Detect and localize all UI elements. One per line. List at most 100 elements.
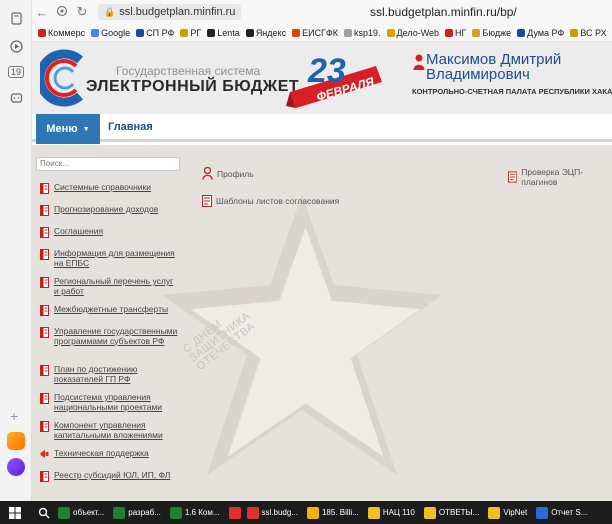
document-icon — [40, 249, 49, 260]
back-icon[interactable]: ← — [32, 5, 52, 20]
sidebar-item-label: Межбюджетные трансферты — [54, 304, 169, 314]
sidebar-item-label: Реестр субсидий ЮЛ, ИП, ФЛ — [54, 470, 171, 480]
taskbar-app-icon — [423, 506, 436, 519]
document-icon — [40, 227, 49, 238]
document-icon — [40, 365, 49, 376]
bookmark-item[interactable]: Яндекс — [245, 28, 286, 38]
bookmark-item[interactable]: Бюдже — [472, 28, 511, 38]
bookmark-label: Google — [101, 27, 131, 38]
bookmark-label: ksp19. — [354, 27, 381, 38]
sidebar-item[interactable]: Соглашения — [36, 226, 184, 249]
assistant-app-icon[interactable] — [7, 458, 25, 476]
sidebar-item[interactable]: Техническая поддержка — [36, 448, 184, 471]
url-text: ssl.budgetplan.minfin.ru — [119, 6, 236, 18]
user-icon[interactable] — [413, 54, 425, 70]
taskbar-app-icon — [488, 506, 501, 519]
profile-card[interactable]: Профиль — [202, 167, 254, 180]
taskbar-item[interactable]: 185. Billi... — [306, 506, 359, 519]
taskbar-item[interactable]: ssl.budg... — [246, 506, 298, 519]
bookmark-favicon-icon — [245, 28, 254, 37]
address-bar: ← ↻ 🔒 ssl.budgetplan.minfin.ru ssl.budge… — [32, 0, 612, 24]
bookmark-item[interactable]: ksp19. — [344, 28, 381, 38]
yandex-protect-icon[interactable] — [52, 5, 72, 20]
bookmark-favicon-icon — [344, 28, 353, 37]
sidebar-item[interactable]: Управление государственными программами … — [36, 326, 184, 365]
budget-logo-icon[interactable] — [40, 48, 84, 108]
bookmark-item[interactable]: НГ — [445, 28, 466, 38]
bookmark-item[interactable]: СП РФ — [136, 28, 174, 38]
taskbar-item[interactable]: Отчет S... — [536, 506, 588, 519]
templates-card[interactable]: Шаблоны листов согласования — [202, 195, 339, 207]
browser-side-panel: 19 + — [0, 0, 32, 501]
sidebar-item[interactable]: План по достижению показателей ГП РФ — [36, 364, 184, 393]
bookmark-label: Lenta — [217, 27, 240, 38]
user-organization: КОНТРОЛЬНО-СЧЕТНАЯ ПАЛАТА РЕСПУБЛИКИ ХАК… — [412, 87, 612, 96]
bookmark-item[interactable]: Google — [91, 28, 130, 38]
bookmark-label: СП РФ — [146, 27, 175, 38]
add-panel-icon[interactable]: + — [10, 408, 18, 424]
bookmark-label: Бюдже — [482, 27, 512, 38]
org-subtitle: Государственная система — [116, 64, 261, 78]
bookmark-label: Коммерс — [48, 27, 86, 38]
holiday-banner: 23 ФЕВРАЛЯ — [286, 52, 382, 108]
portal-header: Государственная система ЭЛЕКТРОННЫЙ БЮДЖ… — [32, 42, 612, 114]
bookmark-favicon-icon — [570, 28, 579, 37]
sidebar-menu: Системные справочники Прогнозирование дох… — [36, 153, 184, 501]
document-icon — [40, 393, 49, 404]
calendar-icon[interactable]: 19 — [6, 62, 26, 82]
bookmark-item[interactable]: ЕИСГФК — [292, 28, 338, 38]
sidebar-item-label: Управление государственными программами … — [54, 326, 178, 346]
search-icon[interactable] — [30, 507, 58, 519]
bookmark-item[interactable]: Коммерс — [38, 28, 85, 38]
sidebar-item[interactable]: Региональный перечень услуг и работ — [36, 276, 184, 305]
bookmark-item[interactable]: ВС РХ — [570, 28, 607, 38]
taskbar-item[interactable]: объект... — [58, 506, 104, 519]
sidebar-item[interactable]: Компонент управления капитальными вложен… — [36, 420, 184, 449]
sidebar-item[interactable]: Межбюджетные трансферты — [36, 304, 184, 327]
ecp-check-card[interactable]: Проверка ЭЦП-плагинов — [508, 167, 612, 187]
bookmark-favicon-icon — [38, 28, 46, 37]
taskbar-item[interactable] — [228, 506, 241, 519]
bookmark-favicon-icon — [445, 28, 454, 37]
sidebar-item[interactable]: Подсистема управления национальными прое… — [36, 392, 184, 421]
taskbar-item-label: Отчет S... — [551, 508, 588, 517]
document-icon — [40, 205, 49, 216]
sidebar-list: Системные справочники Прогнозирование дох… — [36, 182, 184, 493]
taskbar-item[interactable]: 1.6 Ком... — [169, 506, 220, 519]
taskbar-item[interactable]: разраб... — [113, 506, 161, 519]
bookmark-item[interactable]: РГ — [180, 28, 201, 38]
document-icon — [508, 171, 518, 183]
taskbar-app-icon — [228, 506, 241, 519]
taskbar-item[interactable]: ОТВЕТЫ... — [423, 506, 479, 519]
play-icon[interactable] — [6, 36, 26, 56]
url-field[interactable]: 🔒 ssl.budgetplan.minfin.ru — [98, 4, 242, 20]
profile-icon — [202, 167, 213, 180]
reload-icon[interactable]: ↻ — [72, 4, 92, 20]
bookmark-item[interactable]: Lenta — [207, 28, 240, 38]
caret-down-icon: ▼ — [82, 125, 90, 133]
menu-button[interactable]: Меню ▼ — [36, 114, 100, 144]
sidebar-item[interactable]: Реестр субсидий ЮЛ, ИП, ФЛ — [36, 470, 184, 493]
sidebar-item[interactable]: Прогнозирование доходов — [36, 204, 184, 227]
windows-start-icon[interactable] — [0, 506, 30, 519]
taskbar-item[interactable]: VipNet — [488, 506, 527, 519]
sidebar-search-input[interactable] — [36, 156, 180, 171]
taskbar-item[interactable]: НАЦ 110 — [367, 506, 415, 519]
user-name[interactable]: Максимов Дмитрий Владимирович — [426, 52, 612, 82]
sidebar-item[interactable]: Информация для размещения на ЕПБС — [36, 248, 184, 277]
taskbar-app-icon — [113, 506, 126, 519]
bookmark-favicon-icon — [517, 28, 526, 37]
bookmark-label: ЕИСГФК — [302, 27, 339, 38]
sidebar-item-label: Информация для размещения на ЕПБС — [54, 248, 175, 268]
document-icon — [40, 421, 49, 432]
taskbar-app-icon — [536, 506, 549, 519]
tabs-icon[interactable] — [6, 8, 26, 28]
chat-icon[interactable] — [6, 88, 26, 108]
sidebar-item[interactable]: Системные справочники — [36, 182, 184, 205]
taskbar-app-icon — [169, 506, 182, 519]
bookmark-item[interactable]: Дело-Web — [386, 28, 439, 38]
home-link[interactable]: Главная — [108, 121, 153, 133]
bookmark-item[interactable]: Дума РФ — [517, 28, 564, 38]
bookmark-favicon-icon — [292, 28, 301, 37]
alice-app-icon[interactable] — [7, 432, 25, 450]
